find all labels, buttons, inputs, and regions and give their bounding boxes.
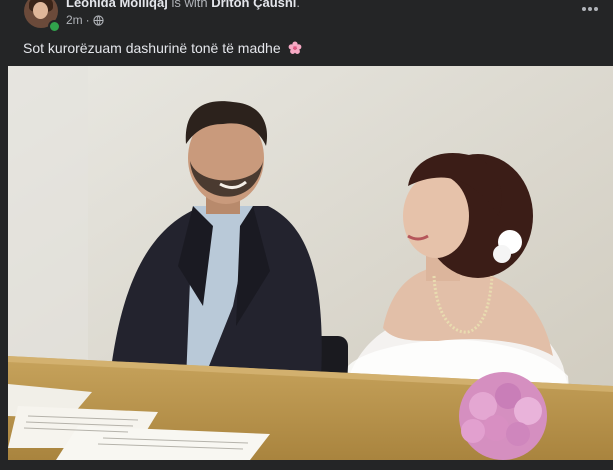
post-meta: 2m ·	[66, 13, 104, 27]
tag-end: .	[296, 0, 301, 10]
post-timestamp[interactable]: 2m	[66, 13, 83, 27]
more-options-button[interactable]	[578, 0, 602, 20]
more-horizontal-icon	[582, 7, 598, 11]
post-footer-divider	[0, 460, 613, 470]
cherry-blossom-icon	[288, 41, 301, 54]
post-caption: Sot kurorëzuam dashurinë tonë të madhe	[23, 40, 302, 56]
author-name[interactable]: Leonida Molliqaj	[66, 0, 168, 10]
avatar-face	[33, 2, 48, 19]
with-text: is with	[167, 0, 212, 10]
feed-post: Leonida Molliqaj is with Driton Çaushi. …	[0, 0, 613, 470]
globe-icon[interactable]	[93, 14, 104, 26]
caption-text: Sot kurorëzuam dashurinë tonë të madhe	[23, 40, 281, 56]
tagged-name[interactable]: Driton Çaushi	[211, 0, 296, 10]
post-header: Leonida Molliqaj is with Driton Çaushi. …	[0, 0, 613, 33]
post-photo[interactable]	[8, 66, 613, 460]
online-status-indicator	[48, 20, 61, 33]
wedding-photo	[8, 66, 613, 460]
author-line: Leonida Molliqaj is with Driton Çaushi.	[66, 0, 300, 10]
